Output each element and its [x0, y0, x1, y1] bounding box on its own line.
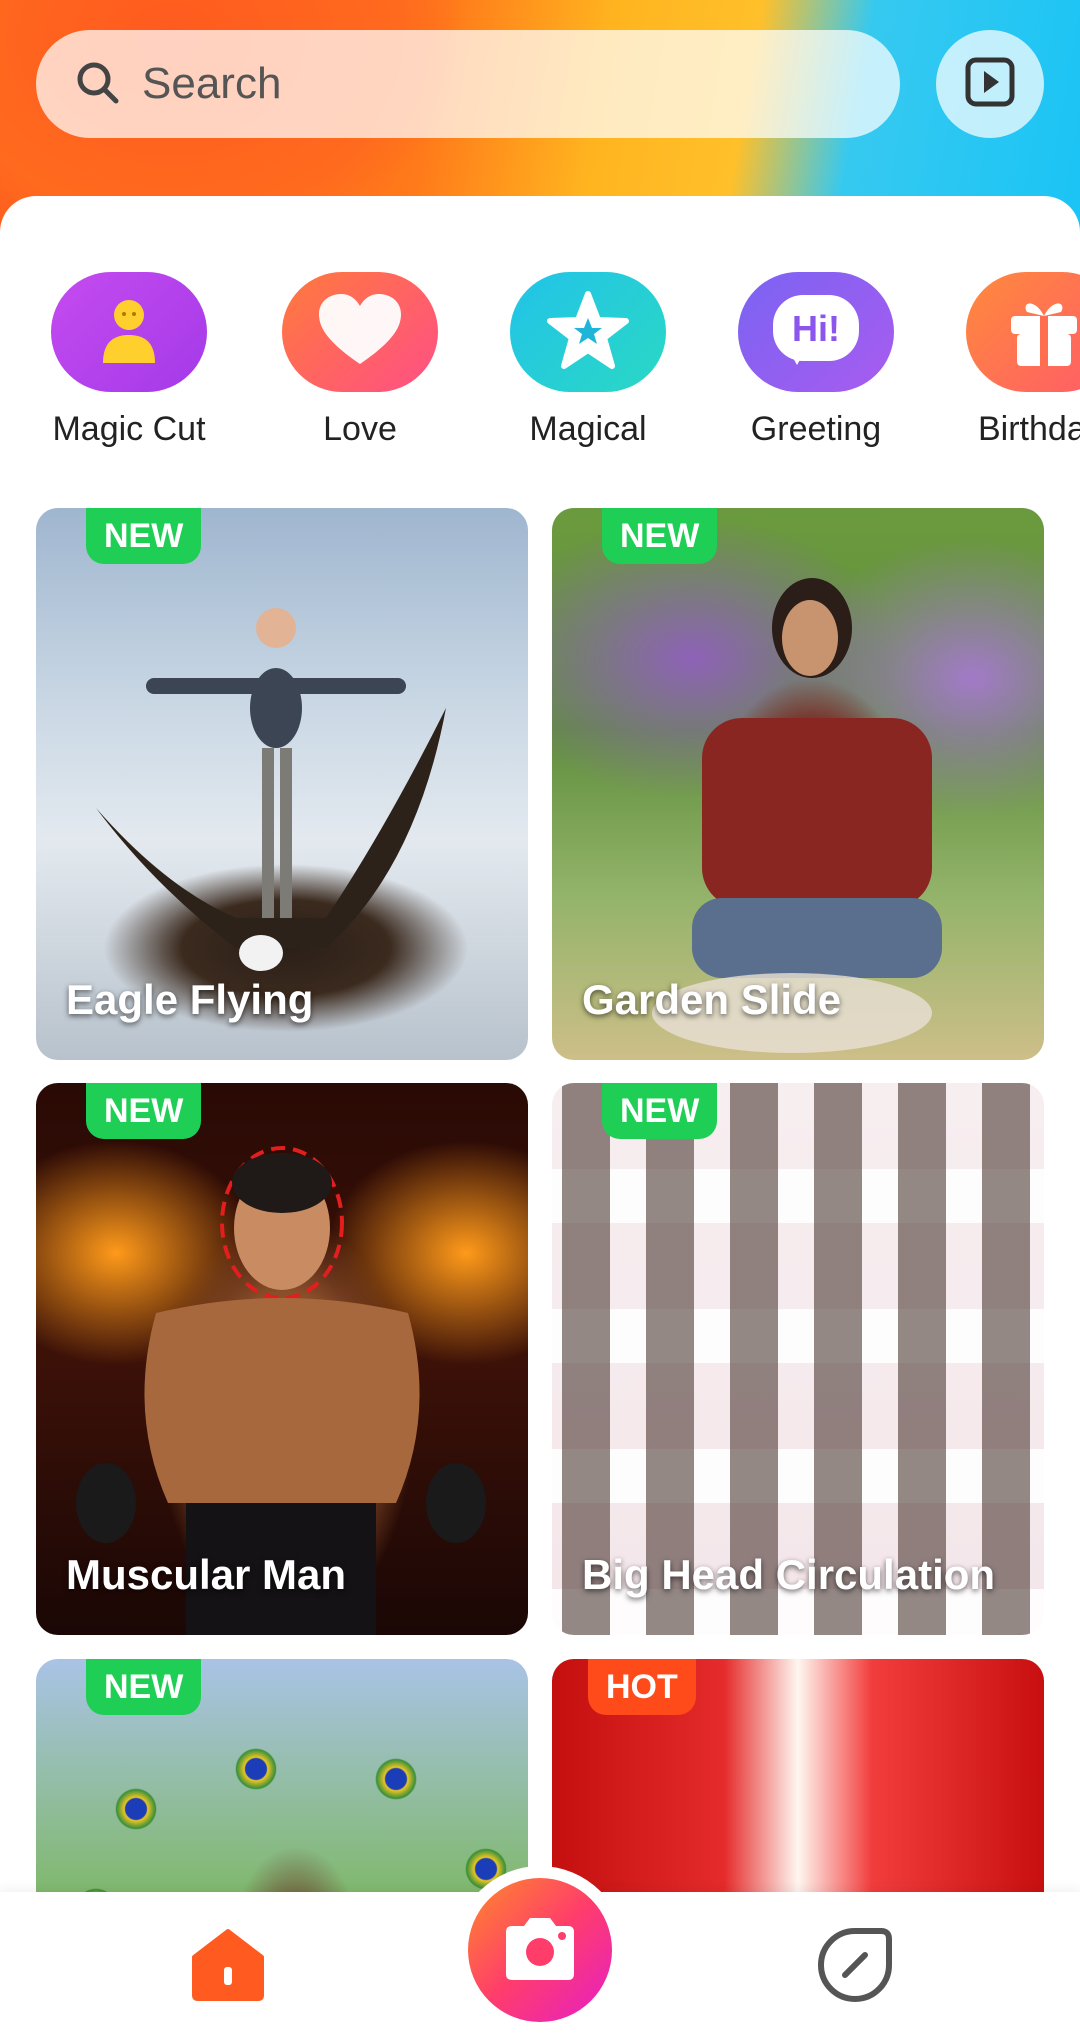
hi-bubble-icon: Hi! — [773, 295, 859, 369]
template-card-garden-slide[interactable]: NEW Garden Slide — [552, 508, 1044, 1060]
category-label: Greeting — [750, 410, 882, 448]
hi-bubble-text: Hi! — [792, 308, 840, 349]
template-card-big-head-circulation[interactable]: NEW Big Head Circulation — [552, 1083, 1044, 1635]
category-greeting[interactable]: Hi! Greeting — [716, 272, 916, 449]
search-bar[interactable] — [36, 30, 900, 138]
new-badge: NEW — [86, 1659, 202, 1715]
nav-home-button[interactable] — [188, 1925, 268, 2005]
category-magical[interactable]: Magical — [488, 272, 688, 449]
template-title: Garden Slide — [582, 976, 842, 1023]
category-pill — [966, 272, 1080, 392]
hot-badge: HOT — [588, 1659, 696, 1715]
person-icon — [97, 295, 161, 370]
camera-button[interactable] — [468, 1878, 612, 2022]
category-label: Love — [323, 410, 397, 448]
category-label: Magical — [529, 410, 647, 448]
search-icon — [74, 59, 120, 110]
template-card-muscular-man[interactable]: NEW Muscular Man — [36, 1083, 528, 1635]
star-icon — [546, 290, 630, 375]
category-label: Birthda — [978, 410, 1080, 448]
gift-icon — [1005, 292, 1080, 373]
category-pill — [282, 272, 438, 392]
new-badge: NEW — [602, 1083, 718, 1139]
new-badge: NEW — [86, 508, 202, 564]
my-videos-button[interactable] — [936, 30, 1044, 138]
heart-icon — [315, 292, 405, 373]
play-video-icon — [963, 55, 1017, 114]
template-title: Muscular Man — [66, 1551, 347, 1598]
category-label: Magic Cut — [52, 410, 206, 448]
app-root: Magic Cut Love Magi — [0, 0, 1080, 2043]
home-icon — [188, 1929, 268, 2009]
search-input[interactable] — [142, 59, 822, 109]
template-card-eagle-flying[interactable]: NEW Eagle Flying — [36, 508, 528, 1060]
new-badge: NEW — [86, 1083, 202, 1139]
category-row: Magic Cut Love Magical Hi! Greeting Birt… — [0, 272, 1080, 472]
category-pill: Hi! — [738, 272, 894, 392]
new-badge: NEW — [602, 508, 718, 564]
category-love[interactable]: Love — [260, 272, 460, 449]
category-pill — [51, 272, 207, 392]
nav-explore-button[interactable] — [815, 1925, 895, 2005]
template-title: Eagle Flying — [66, 976, 314, 1023]
category-birthday[interactable]: Birthda — [944, 272, 1080, 449]
category-pill — [510, 272, 666, 392]
camera-icon — [500, 1914, 580, 1987]
compass-icon — [815, 1928, 895, 2009]
template-title: Big Head Circulation — [582, 1551, 996, 1598]
category-magic-cut[interactable]: Magic Cut — [29, 272, 229, 449]
